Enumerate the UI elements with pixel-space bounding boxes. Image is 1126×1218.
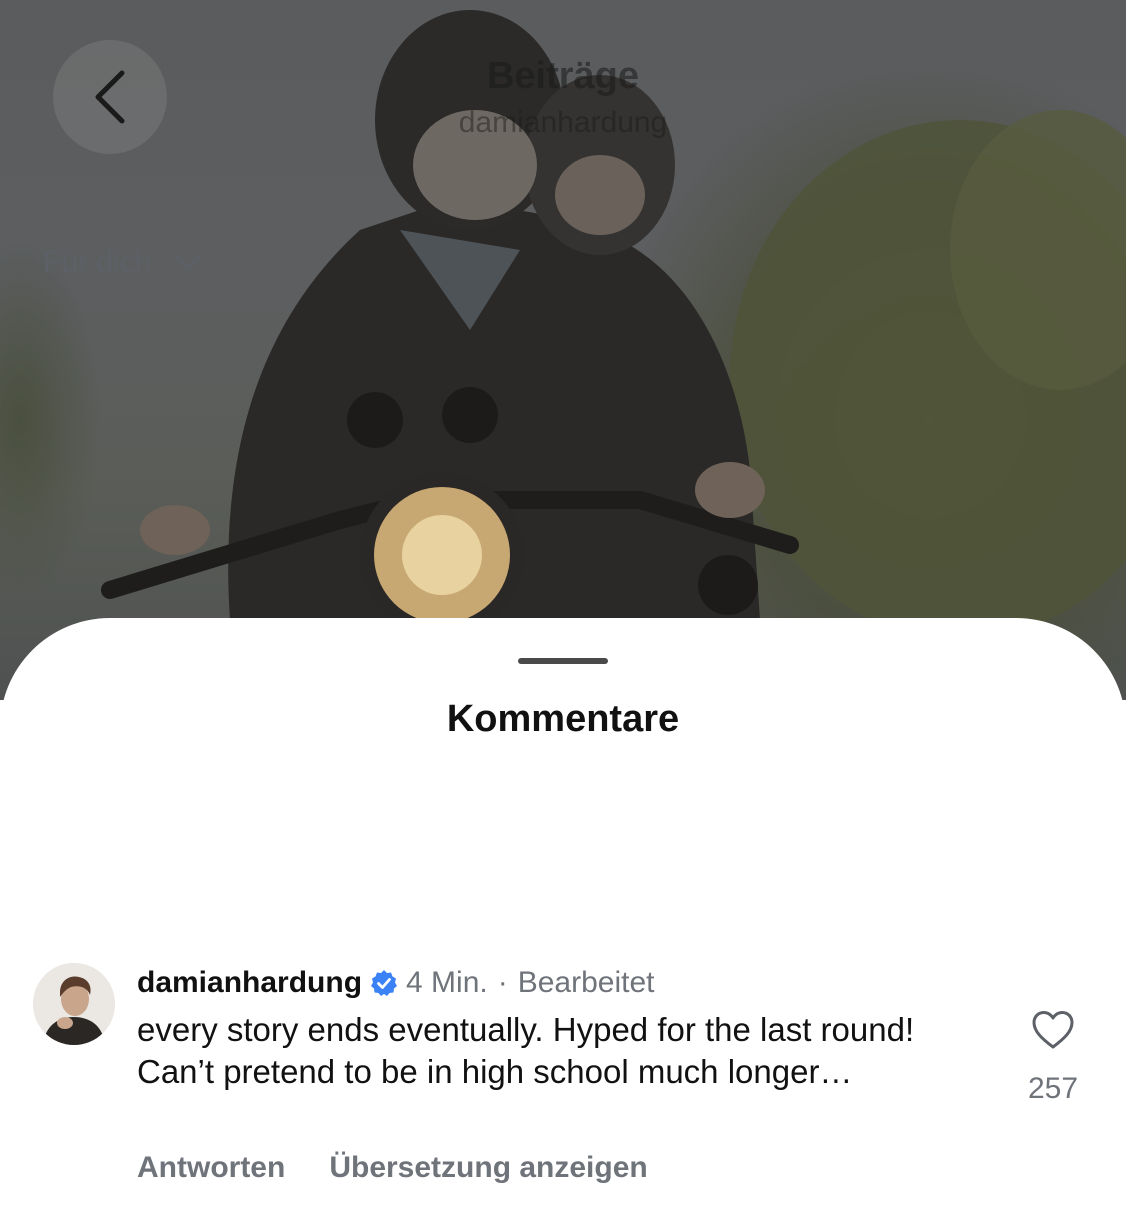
comment: damianhardung 4 Min. · Bearbeitet every … [137,963,977,1093]
page-subtitle-username: damianhardung [458,106,668,139]
sheet-grabber[interactable] [518,658,608,664]
comments-sheet: Kommentare [0,618,1126,1218]
sort-label: Für dich [43,246,152,279]
like-button[interactable] [1018,1010,1088,1055]
verified-badge-icon [370,969,398,997]
chevron-down-icon [176,255,202,270]
reply-button[interactable]: Antworten [137,1151,285,1185]
like-count: 257 [1027,1072,1079,1105]
sheet-title: Kommentare [446,698,680,740]
meta-separator: · [497,966,508,999]
profile-picture [33,963,115,1045]
motorcycle-riders-illustration [101,10,1126,640]
comment-edited-label: Bearbeitet [517,966,655,999]
comment-actions: Antworten Übersetzung anzeigen [137,1151,648,1185]
heart-icon [1032,1011,1074,1049]
comment-time: 4 Min. [406,966,488,999]
avatar[interactable] [33,963,115,1045]
page-title: Beiträge [486,55,640,97]
post-background-photo [0,0,1126,700]
comment-username[interactable]: damianhardung [137,966,362,1000]
comment-text: every story ends eventually. Hyped for t… [137,1011,915,1090]
comment-meta: damianhardung 4 Min. · Bearbeitet [137,963,977,1003]
sort-dropdown[interactable]: Für dich [43,246,203,280]
show-translation-button[interactable]: Übersetzung anzeigen [329,1151,647,1185]
